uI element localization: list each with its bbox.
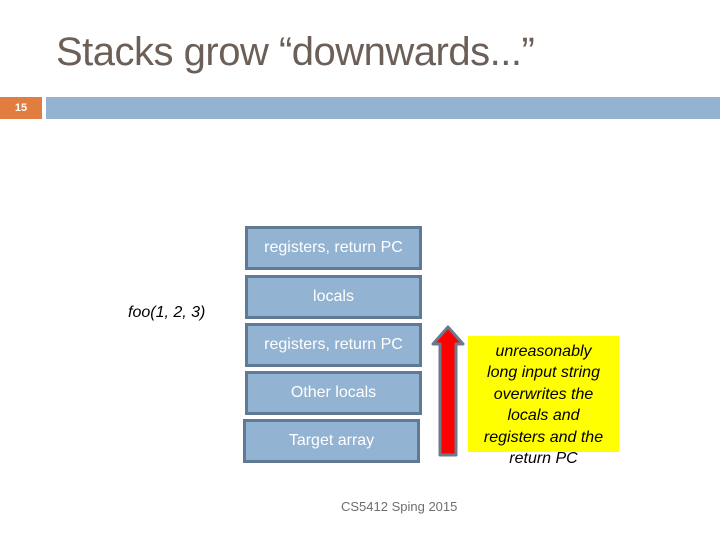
arrow-shape <box>431 325 465 457</box>
function-call-label: foo(1, 2, 3) <box>128 304 206 321</box>
stack-frame-registers-return-pc-outer: registers, return PC <box>245 226 422 270</box>
annotation-line: long input string <box>487 364 600 382</box>
slide-title: Stacks grow “downwards...” <box>56 30 535 74</box>
header-bar <box>46 97 720 119</box>
annotation-text: unreasonably long input string overwrite… <box>466 341 621 469</box>
slide-footer: CS5412 Sping 2015 <box>341 499 458 514</box>
annotation-line: unreasonably <box>495 343 592 360</box>
annotation-line: overwrites the <box>493 385 594 403</box>
stack-frame-registers-return-pc-inner: registers, return PC <box>245 323 422 367</box>
annotation-line: locals and <box>507 407 580 425</box>
annotation-line: registers and the <box>483 428 604 446</box>
slide-number: 15 <box>0 97 42 119</box>
stack-frame-target-array: Target array <box>243 419 420 463</box>
overflow-up-arrow-icon <box>431 325 465 457</box>
stack-frame-other-locals: Other locals <box>245 371 422 415</box>
annotation-line: return PC <box>509 450 578 468</box>
stack-frame-locals: locals <box>245 275 422 319</box>
